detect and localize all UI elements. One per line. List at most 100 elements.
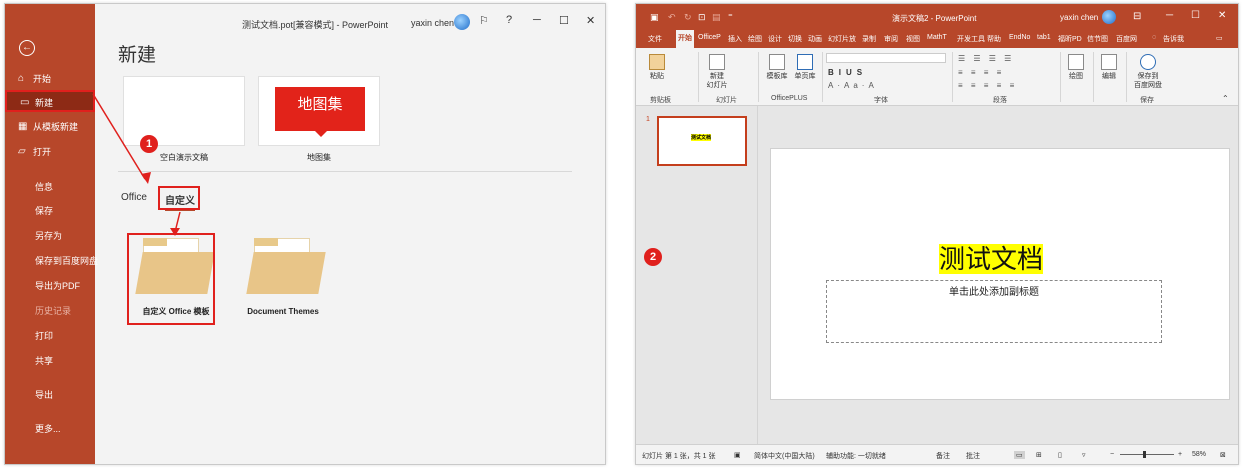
ribbon: 粘贴 剪贴板 新建 幻灯片 幻灯片 模板库 单页库 OfficePLUS BIU… [636, 48, 1238, 106]
font-name-combo[interactable] [826, 53, 946, 63]
tab-mathtype[interactable]: MathT [927, 34, 947, 41]
tab-baidu[interactable]: 百度网 [1116, 34, 1137, 44]
group-label-save: 保存 [1140, 97, 1154, 104]
close-button[interactable]: ✕ [1218, 10, 1226, 21]
spacing-buttons[interactable]: ≡ ≡ ≡ ≡ [958, 68, 1004, 77]
single-page-library-button[interactable]: 单页库 [792, 54, 818, 81]
template-library-icon [769, 54, 785, 70]
ribbon-separator [822, 52, 823, 102]
tab-foxit[interactable]: 福昕PD [1058, 34, 1082, 44]
zoom-slider[interactable] [1120, 451, 1174, 458]
thumbnail-title: 测试文档 [691, 134, 712, 141]
ribbon-separator [758, 52, 759, 102]
tab-view[interactable]: 视图 [906, 34, 920, 44]
avatar[interactable] [1102, 10, 1116, 24]
ribbon-display-icon[interactable]: ⊟ [1133, 11, 1141, 22]
tab-file[interactable]: 文件 [648, 34, 662, 44]
list-buttons[interactable]: ☰ ☰ ☰ ☰ [958, 54, 1014, 63]
zoom-out-button[interactable]: − [1110, 451, 1114, 458]
template-library-button[interactable]: 模板库 [764, 54, 790, 81]
save-baidu-button[interactable]: 保存到 百度网盘 [1130, 54, 1166, 90]
fit-to-window-icon[interactable]: ⊠ [1220, 451, 1226, 459]
tab-officeplus[interactable]: OfficeP [698, 34, 721, 41]
drawing-button[interactable]: 绘图 [1064, 54, 1088, 81]
slideshow-icon[interactable]: ▿ [1082, 451, 1086, 459]
single-page-icon [797, 54, 813, 70]
new-slide-button[interactable]: 新建 幻灯片 [702, 54, 732, 90]
zoom-in-button[interactable]: + [1178, 451, 1182, 458]
tab-draw[interactable]: 绘图 [748, 34, 762, 44]
tab-animations[interactable]: 动画 [808, 34, 822, 44]
editing-button[interactable]: 编辑 [1097, 54, 1121, 81]
tab-tab1[interactable]: tab1 [1037, 34, 1051, 41]
slide-count: 幻灯片 第 1 张，共 1 张 [642, 453, 716, 460]
ribbon-tabs: 文件 开始 OfficeP 插入 绘图 设计 切换 动画 幻灯片放 录制 审阅 … [636, 30, 1238, 48]
tab-insert[interactable]: 插入 [728, 34, 742, 44]
group-label-clipboard: 剪贴板 [650, 97, 671, 104]
notes-button[interactable]: 备注 [936, 451, 950, 461]
tab-record[interactable]: 录制 [862, 34, 876, 44]
ribbon-separator [1093, 52, 1094, 102]
collapse-ribbon-icon[interactable]: ⌃ [1222, 94, 1229, 103]
ribbon-separator [1126, 52, 1127, 102]
user-name[interactable]: yaxin chen [1060, 13, 1098, 22]
minimize-button[interactable]: ─ [1166, 10, 1173, 21]
reading-view-icon[interactable]: ▯ [1058, 451, 1062, 459]
tab-design[interactable]: 设计 [768, 34, 782, 44]
tab-review[interactable]: 审阅 [884, 34, 898, 44]
zoom-level[interactable]: 58% [1192, 451, 1206, 458]
group-label-font: 字体 [874, 97, 888, 104]
undo-icon[interactable]: ↶ [668, 12, 676, 23]
group-label-slides: 幻灯片 [716, 97, 737, 104]
alignment-buttons[interactable]: ≡ ≡ ≡ ≡ ≡ [958, 81, 1017, 90]
window-title: 演示文稿2 - PowerPoint [892, 14, 977, 23]
paste-button[interactable]: 粘贴 [644, 54, 670, 81]
language[interactable]: 简体中文(中国大陆) [754, 451, 815, 461]
start-presentation-icon[interactable]: ⊡ [698, 12, 706, 23]
font-format-buttons[interactable]: BIUS [828, 68, 867, 77]
tell-me-box[interactable]: 告诉我 [1163, 34, 1184, 44]
tab-transitions[interactable]: 切换 [788, 34, 802, 44]
group-label-paragraph: 段落 [993, 97, 1007, 104]
ribbon-separator [1060, 52, 1061, 102]
slide-canvas[interactable]: 测试文档 单击此处添加副标题 [770, 148, 1230, 400]
normal-view-icon[interactable]: ▭ [1014, 451, 1025, 459]
tab-developer[interactable]: 开发工具 [957, 34, 985, 44]
save-icon[interactable]: ▣ [650, 12, 659, 23]
subtitle-placeholder-text: 单击此处添加副标题 [949, 287, 1039, 298]
quick-access-icon[interactable]: ▤ [712, 12, 721, 23]
comments-icon[interactable]: ▭ [1216, 34, 1223, 42]
tab-xinjietu[interactable]: 信节图 [1087, 34, 1108, 44]
subtitle-placeholder[interactable]: 单击此处添加副标题 [826, 280, 1162, 343]
maximize-button[interactable]: ☐ [1191, 10, 1200, 21]
baidu-cloud-icon [1140, 54, 1156, 70]
tab-help[interactable]: 帮助 [987, 34, 1001, 44]
font-color-buttons[interactable]: A·Aa·A [828, 81, 878, 90]
shapes-icon [1068, 54, 1084, 70]
ribbon-separator [952, 52, 953, 102]
tab-slideshow[interactable]: 幻灯片放 [828, 34, 856, 44]
thumbnail-number: 1 [646, 116, 650, 123]
ribbon-separator [698, 52, 699, 102]
slide-sorter-icon[interactable]: ⊞ [1036, 451, 1042, 459]
search-icon [1101, 54, 1117, 70]
slide-title[interactable]: 测试文档 [939, 244, 1044, 274]
redo-icon[interactable]: ↻ [684, 12, 692, 23]
comments-button[interactable]: 批注 [966, 451, 980, 461]
step-badge-2: 2 [644, 248, 662, 266]
powerpoint-window: ▣ ↶ ↻ ⊡ ▤ ⁼ 演示文稿2 - PowerPoint yaxin che… [635, 3, 1239, 465]
customize-qat-icon[interactable]: ⁼ [728, 12, 733, 23]
arrow-head-1 [141, 172, 151, 184]
accessibility-status[interactable]: 辅助功能: 一切就绪 [826, 451, 886, 461]
title-bar: ▣ ↶ ↻ ⊡ ▤ ⁼ 演示文稿2 - PowerPoint yaxin che… [636, 4, 1238, 30]
spellcheck-icon[interactable]: ▣ [734, 451, 741, 459]
new-slide-icon [709, 54, 725, 70]
arrow-head-2 [170, 228, 180, 236]
tab-home[interactable]: 开始 [676, 30, 694, 48]
arrow-line-1 [92, 93, 146, 180]
slide-thumbnail[interactable]: 测试文档 [657, 116, 747, 166]
backstage-window: ← ⌂ 开始 ▭ 新建 ▦ 从模板新建 ▱ 打开 信息 保存 另存为 保存到百度网盘 导… [4, 3, 606, 465]
tab-endnote[interactable]: EndNo [1009, 34, 1030, 41]
clipboard-icon [649, 54, 665, 70]
zoom-slider-thumb[interactable] [1143, 451, 1146, 458]
